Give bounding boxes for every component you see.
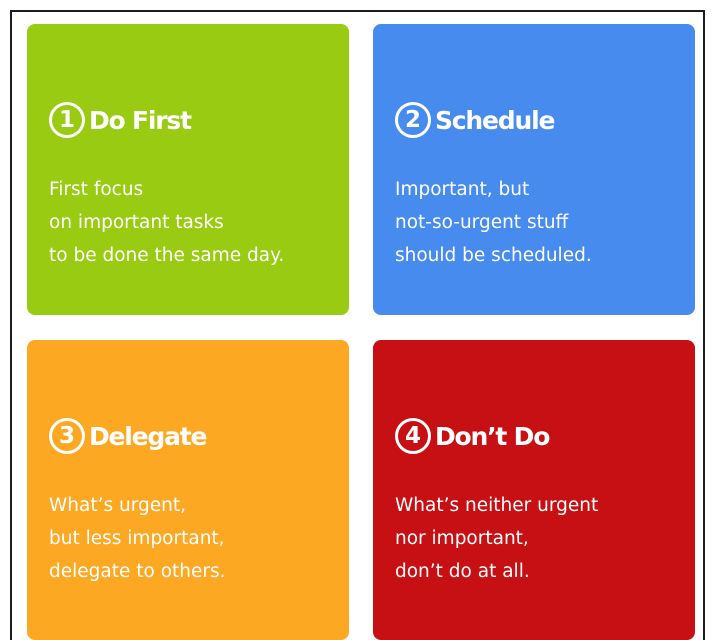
quadrant-title: Schedule xyxy=(435,105,555,135)
quadrant-heading: 2 Schedule xyxy=(395,102,555,138)
description-line: but less important, xyxy=(49,528,225,549)
description-line: don’t do at all. xyxy=(395,561,530,582)
number-badge: 3 xyxy=(49,418,85,454)
quadrant-description: Important, but not-so-urgent stuff shoul… xyxy=(395,173,592,272)
description-line: First focus xyxy=(49,179,144,200)
description-line: delegate to others. xyxy=(49,561,226,582)
number-badge: 2 xyxy=(395,102,431,138)
description-line: What’s neither urgent xyxy=(395,495,599,516)
quadrant-do-first: 1 Do First First focus on important task… xyxy=(27,24,349,315)
quadrant-description: What’s urgent, but less important, deleg… xyxy=(49,489,226,588)
description-line: Important, but xyxy=(395,179,530,200)
description-line: nor important, xyxy=(395,528,529,549)
quadrant-heading: 4 Don’t Do xyxy=(395,418,550,454)
quadrant-heading: 3 Delegate xyxy=(49,418,208,454)
quadrant-title: Don’t Do xyxy=(435,421,550,451)
description-line: not-so-urgent stuff xyxy=(395,212,569,233)
quadrant-title: Do First xyxy=(89,105,192,135)
number-badge: 1 xyxy=(49,102,85,138)
description-line: to be done the same day. xyxy=(49,245,285,266)
quadrant-description: What’s neither urgent nor important, don… xyxy=(395,489,598,588)
description-line: What’s urgent, xyxy=(49,495,186,516)
number-badge: 4 xyxy=(395,418,431,454)
quadrant-description: First focus on important tasks to be don… xyxy=(49,173,284,272)
quadrant-title: Delegate xyxy=(89,421,208,451)
quadrant-heading: 1 Do First xyxy=(49,102,192,138)
quadrant-delegate: 3 Delegate What’s urgent, but less impor… xyxy=(27,340,349,640)
description-line: should be scheduled. xyxy=(395,245,592,266)
description-line: on important tasks xyxy=(49,212,224,233)
quadrant-schedule: 2 Schedule Important, but not-so-urgent … xyxy=(373,24,695,315)
quadrant-dont-do: 4 Don’t Do What’s neither urgent nor imp… xyxy=(373,340,695,640)
